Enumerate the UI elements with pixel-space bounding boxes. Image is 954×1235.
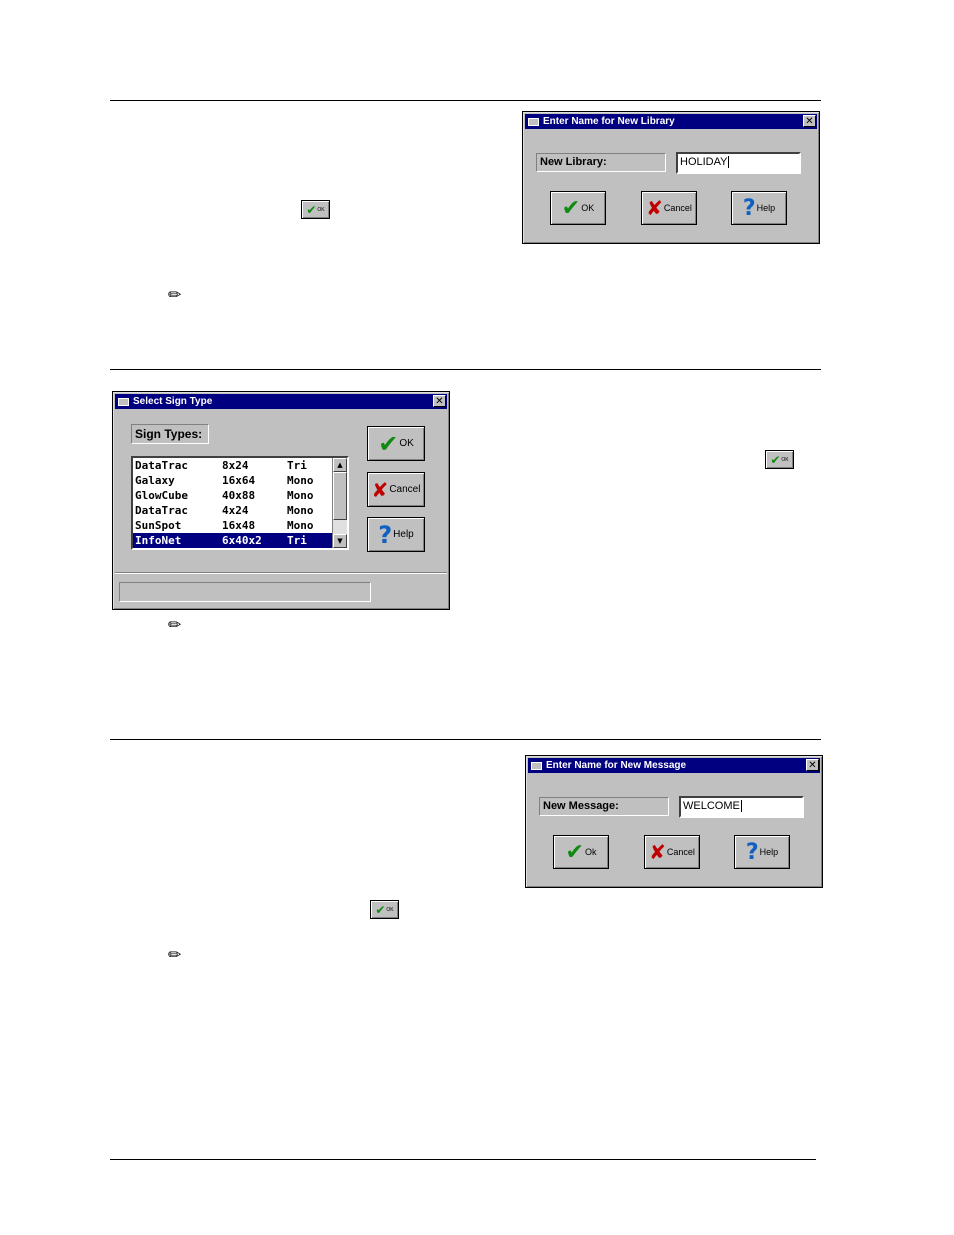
- sign-color: Mono: [287, 519, 314, 532]
- section-divider-top: [110, 100, 821, 101]
- help-label: Help: [759, 847, 779, 857]
- sign-name: InfoNet: [135, 534, 182, 547]
- question-icon: ?: [742, 195, 756, 221]
- cancel-button[interactable]: ✘ Cancel: [641, 191, 697, 225]
- sign-types-listbox[interactable]: DataTrac 8x24 Tri Galaxy 16x64 Mono GlowCube 40…: [131, 456, 349, 550]
- select-sign-type-dialog: Select Sign Type ✕ Sign Types: DataTrac 8…: [112, 391, 450, 610]
- list-item[interactable]: GlowCube 40x88 Mono: [133, 488, 332, 503]
- question-icon: ?: [745, 839, 759, 865]
- sign-color: Tri: [287, 534, 307, 547]
- sign-color: Mono: [287, 474, 314, 487]
- check-icon: ✔: [565, 839, 584, 865]
- check-icon: ✔: [770, 452, 781, 467]
- cancel-button[interactable]: ✘ Cancel: [367, 472, 425, 507]
- check-icon: ✔: [306, 202, 317, 217]
- cancel-label: Cancel: [389, 484, 421, 495]
- title-bar: Enter Name for New Library ✕: [525, 114, 817, 129]
- sign-types-rows: DataTrac 8x24 Tri Galaxy 16x64 Mono GlowCube 40…: [133, 458, 347, 548]
- list-item[interactable]: SunSpot 16x48 Mono: [133, 518, 332, 533]
- title-bar: Enter Name for New Message ✕: [528, 758, 820, 773]
- scroll-up-arrow-icon[interactable]: ▲: [333, 458, 347, 472]
- ok-label: OK: [581, 203, 595, 213]
- inline-ok-button: ✔ OK: [765, 450, 794, 469]
- new-library-dialog: Enter Name for New Library ✕ New Library…: [522, 111, 820, 244]
- sign-size: 6x40x2: [222, 534, 262, 547]
- new-message-input[interactable]: WELCOME: [679, 796, 804, 818]
- dialog-title: Select Sign Type: [133, 396, 213, 407]
- sign-name: GlowCube: [135, 489, 188, 502]
- help-button[interactable]: ? Help: [734, 835, 790, 869]
- system-menu-icon[interactable]: [531, 761, 542, 770]
- section-divider-lower: [110, 739, 821, 740]
- close-icon[interactable]: ✕: [806, 759, 819, 771]
- cancel-button[interactable]: ✘ Cancel: [644, 835, 700, 869]
- status-bar-divider: [115, 572, 447, 574]
- input-value: WELCOME: [683, 800, 740, 812]
- list-item[interactable]: DataTrac 4x24 Mono: [133, 503, 332, 518]
- sign-color: Mono: [287, 489, 314, 502]
- scroll-thumb[interactable]: [333, 472, 347, 520]
- input-value: HOLIDAY: [680, 156, 728, 168]
- help-label: Help: [393, 529, 414, 540]
- list-item[interactable]: InfoNet 6x40x2 Tri: [133, 533, 332, 548]
- new-library-input[interactable]: HOLIDAY: [676, 152, 801, 174]
- footer-divider: [110, 1159, 816, 1160]
- vertical-scrollbar[interactable]: ▲ ▼: [332, 458, 347, 548]
- cancel-label: Cancel: [666, 847, 695, 857]
- cross-icon: ✘: [649, 840, 666, 864]
- pencil-icon: ✏: [168, 285, 182, 304]
- cross-icon: ✘: [646, 196, 663, 220]
- sign-size: 16x48: [222, 519, 256, 532]
- sign-name: DataTrac: [135, 504, 188, 517]
- inline-ok-button: ✔ OK: [301, 200, 330, 219]
- ok-button[interactable]: ✔ Ok: [553, 835, 609, 869]
- help-label: Help: [756, 203, 776, 213]
- title-bar: Select Sign Type ✕: [115, 394, 447, 409]
- sign-size: 16x64: [222, 474, 256, 487]
- new-message-dialog: Enter Name for New Message ✕ New Message…: [525, 755, 823, 888]
- scroll-down-arrow-icon[interactable]: ▼: [333, 534, 347, 548]
- sign-types-label: Sign Types:: [131, 424, 209, 444]
- close-icon[interactable]: ✕: [433, 395, 446, 407]
- ok-label: Ok: [584, 847, 597, 857]
- dialog-title: Enter Name for New Message: [546, 760, 687, 771]
- pencil-icon: ✏: [168, 615, 182, 634]
- check-icon: ✔: [375, 902, 386, 917]
- check-icon: ✔: [378, 429, 399, 458]
- help-button[interactable]: ? Help: [367, 517, 425, 552]
- cross-icon: ✘: [371, 477, 389, 502]
- ok-label: OK: [399, 438, 414, 449]
- sign-size: 40x88: [222, 489, 256, 502]
- ok-button[interactable]: ✔ OK: [550, 191, 606, 225]
- sign-color: Tri: [287, 459, 307, 472]
- status-bar-panel: [119, 582, 371, 602]
- pencil-icon: ✏: [168, 945, 182, 964]
- inline-ok-button: ✔ OK: [370, 900, 399, 919]
- check-icon: ✔: [561, 195, 581, 221]
- list-item[interactable]: DataTrac 8x24 Tri: [133, 458, 332, 473]
- list-item[interactable]: Galaxy 16x64 Mono: [133, 473, 332, 488]
- dialog-title: Enter Name for New Library: [543, 116, 675, 127]
- sign-size: 8x24: [222, 459, 249, 472]
- sign-name: Galaxy: [135, 474, 175, 487]
- system-menu-icon[interactable]: [528, 117, 539, 126]
- new-message-label: New Message:: [539, 797, 669, 816]
- sign-color: Mono: [287, 504, 314, 517]
- system-menu-icon[interactable]: [118, 397, 129, 406]
- section-divider-middle: [110, 369, 821, 370]
- help-button[interactable]: ? Help: [731, 191, 787, 225]
- sign-name: SunSpot: [135, 519, 182, 532]
- sign-name: DataTrac: [135, 459, 188, 472]
- text-caret: [740, 800, 742, 813]
- text-caret: [728, 156, 730, 169]
- ok-button[interactable]: ✔ OK: [367, 426, 425, 461]
- close-icon[interactable]: ✕: [803, 115, 816, 127]
- new-library-label: New Library:: [536, 153, 666, 172]
- cancel-label: Cancel: [663, 203, 692, 213]
- question-icon: ?: [378, 520, 393, 549]
- sign-size: 4x24: [222, 504, 249, 517]
